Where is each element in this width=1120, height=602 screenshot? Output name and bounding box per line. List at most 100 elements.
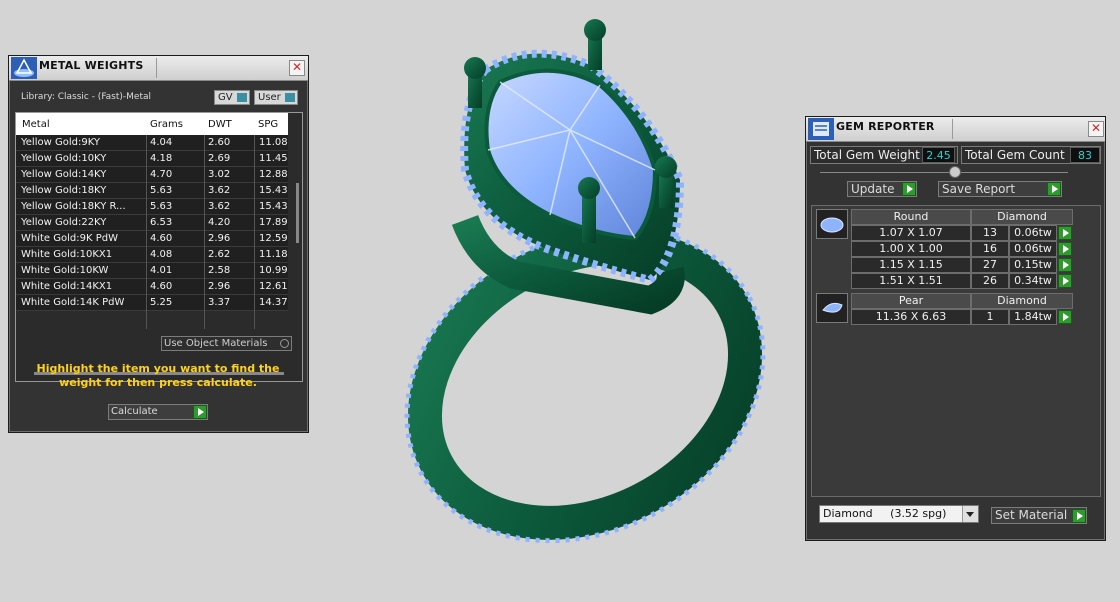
cell-spg: 15.43 (259, 185, 288, 196)
gv-toggle[interactable]: GV (214, 90, 250, 105)
gem-count: 16 (971, 241, 1009, 257)
user-toggle[interactable]: User (254, 90, 298, 105)
material-select[interactable]: Diamond (3.52 spg) (819, 505, 979, 523)
cell-grams: 4.04 (150, 137, 173, 148)
gem-size: 1.51 X 1.51 (851, 273, 971, 289)
calculate-button[interactable]: Calculate (108, 404, 208, 420)
table-row[interactable]: Yellow Gold:18KY 5.63 3.62 15.43 (16, 183, 288, 199)
cell-spg: 11.45 (259, 153, 288, 164)
metal-weights-panel: METAL WEIGHTS ✕ Library: Classic - (Fast… (8, 55, 309, 433)
table-row[interactable]: White Gold:10KW 4.01 2.58 10.99 (16, 263, 288, 279)
cell-metal: White Gold:14K PdW (21, 297, 125, 308)
cell-metal: Yellow Gold:10KY (21, 153, 107, 164)
set-material-button[interactable]: Set Material (991, 507, 1087, 524)
save-report-arrow-icon (1047, 182, 1061, 196)
cell-metal: Yellow Gold:22KY (21, 217, 107, 228)
cell-spg: 15.43 (259, 201, 288, 212)
cell-dwt: 4.20 (208, 217, 231, 228)
round-shape-header: Round (851, 209, 971, 225)
update-arrow-icon (902, 182, 916, 196)
gem-size: 11.36 X 6.63 (851, 309, 971, 325)
vertical-scrollbar[interactable] (296, 183, 299, 243)
gem-select-arrow-icon[interactable] (1058, 242, 1072, 256)
chevron-down-icon[interactable] (962, 506, 978, 522)
gem-reporter-close-icon[interactable]: ✕ (1088, 121, 1104, 137)
cell-dwt: 2.96 (208, 233, 231, 244)
update-button[interactable]: Update (847, 181, 917, 197)
total-gem-count-label: Total Gem Count (965, 148, 1065, 162)
gem-select-arrow-icon[interactable] (1058, 310, 1072, 324)
column-divider (254, 135, 255, 329)
col-dwt[interactable]: DWT (208, 119, 232, 130)
save-report-button[interactable]: Save Report (938, 181, 1062, 197)
cell-spg: 14.37 (259, 297, 288, 308)
col-spg[interactable]: SPG (258, 119, 278, 130)
cell-grams: 4.18 (150, 153, 173, 164)
gv-toggle-indicator (237, 93, 247, 102)
cell-metal: White Gold:14KX1 (21, 281, 113, 292)
column-divider (146, 135, 147, 329)
user-toggle-indicator (285, 93, 295, 102)
table-row[interactable]: Yellow Gold:10KY 4.18 2.69 11.45 (16, 151, 288, 167)
cell-metal: White Gold:10KW (21, 265, 109, 276)
column-divider (204, 135, 205, 329)
cell-dwt: 2.69 (208, 153, 231, 164)
cell-dwt: 3.62 (208, 201, 231, 212)
instruction-text: Highlight the item you want to find the … (36, 362, 280, 389)
metal-weights-title: METAL WEIGHTS (39, 59, 144, 72)
ring-3d-view[interactable] (350, 10, 800, 600)
gem-weight: 0.15tw (1009, 257, 1057, 273)
use-object-materials-toggle[interactable]: Use Object Materials (161, 336, 292, 351)
col-grams[interactable]: Grams (150, 119, 183, 130)
cell-spg: 17.89 (259, 217, 288, 228)
cell-spg: 12.61 (259, 281, 288, 292)
cell-grams: 6.53 (150, 217, 173, 228)
table-row[interactable]: White Gold:14K PdW 5.25 3.37 14.37 (16, 295, 288, 311)
table-row[interactable]: Yellow Gold:9KY 4.04 2.60 11.08 (16, 135, 288, 151)
gem-count: 27 (971, 257, 1009, 273)
cell-metal: Yellow Gold:14KY (21, 169, 107, 180)
gem-count: 26 (971, 273, 1009, 289)
cell-spg: 12.59 (259, 233, 288, 244)
cell-dwt: 2.60 (208, 137, 231, 148)
library-label: Library: Classic - (Fast)-Metal (21, 92, 152, 102)
cell-metal: Yellow Gold:18KY (21, 185, 107, 196)
round-gem-thumbnail[interactable] (816, 209, 848, 239)
cell-dwt: 3.62 (208, 185, 231, 196)
total-gem-count-value: 83 (1070, 147, 1100, 163)
table-row[interactable]: White Gold:10KX1 4.08 2.62 11.18 (16, 247, 288, 263)
material-select-value: Diamond (3.52 spg) (823, 507, 947, 520)
gem-select-arrow-icon[interactable] (1058, 258, 1072, 272)
cell-grams: 5.63 (150, 201, 173, 212)
metal-weights-close-icon[interactable]: ✕ (289, 60, 305, 76)
table-row[interactable]: Yellow Gold:18KY R... 5.63 3.62 15.43 (16, 199, 288, 215)
table-row[interactable]: Yellow Gold:22KY 6.53 4.20 17.89 (16, 215, 288, 231)
table-row[interactable]: White Gold:9K PdW 4.60 2.96 12.59 (16, 231, 288, 247)
gem-reporter-titlebar[interactable]: GEM REPORTER ✕ (806, 117, 1105, 142)
metal-weights-titlebar[interactable]: METAL WEIGHTS ✕ (9, 56, 308, 81)
cell-dwt: 3.02 (208, 169, 231, 180)
gem-select-arrow-icon[interactable] (1058, 226, 1072, 240)
cell-spg: 12.88 (259, 169, 288, 180)
cell-grams: 4.60 (150, 281, 173, 292)
pear-shape-header: Pear (851, 293, 971, 309)
col-metal[interactable]: Metal (22, 119, 50, 130)
metal-table-header: Metal Grams DWT SPG (16, 113, 288, 135)
cell-spg: 11.18 (259, 249, 288, 260)
gem-count: 1 (971, 309, 1009, 325)
table-row[interactable]: White Gold:14KX1 4.60 2.96 12.61 (16, 279, 288, 295)
pear-gem-thumbnail[interactable] (816, 293, 848, 323)
cell-grams: 4.60 (150, 233, 173, 244)
gem-select-arrow-icon[interactable] (1058, 274, 1072, 288)
cell-spg: 10.99 (259, 265, 288, 276)
gem-list[interactable]: Round Diamond 1.07 X 1.07 13 0.06tw 1.00… (811, 205, 1101, 497)
cell-metal: Yellow Gold:9KY (21, 137, 100, 148)
use-object-materials-label: Use Object Materials (164, 338, 268, 349)
table-row[interactable]: Yellow Gold:14KY 4.70 3.02 12.88 (16, 167, 288, 183)
total-gem-weight-value: 2.45 (922, 147, 955, 163)
gem-reporter-panel: GEM REPORTER ✕ Total Gem Weight 2.45 Tot… (805, 116, 1106, 541)
splitter-handle-icon[interactable] (949, 166, 961, 178)
radio-icon (280, 339, 289, 348)
gem-reporter-title: GEM REPORTER (836, 120, 935, 133)
cell-grams: 4.08 (150, 249, 173, 260)
